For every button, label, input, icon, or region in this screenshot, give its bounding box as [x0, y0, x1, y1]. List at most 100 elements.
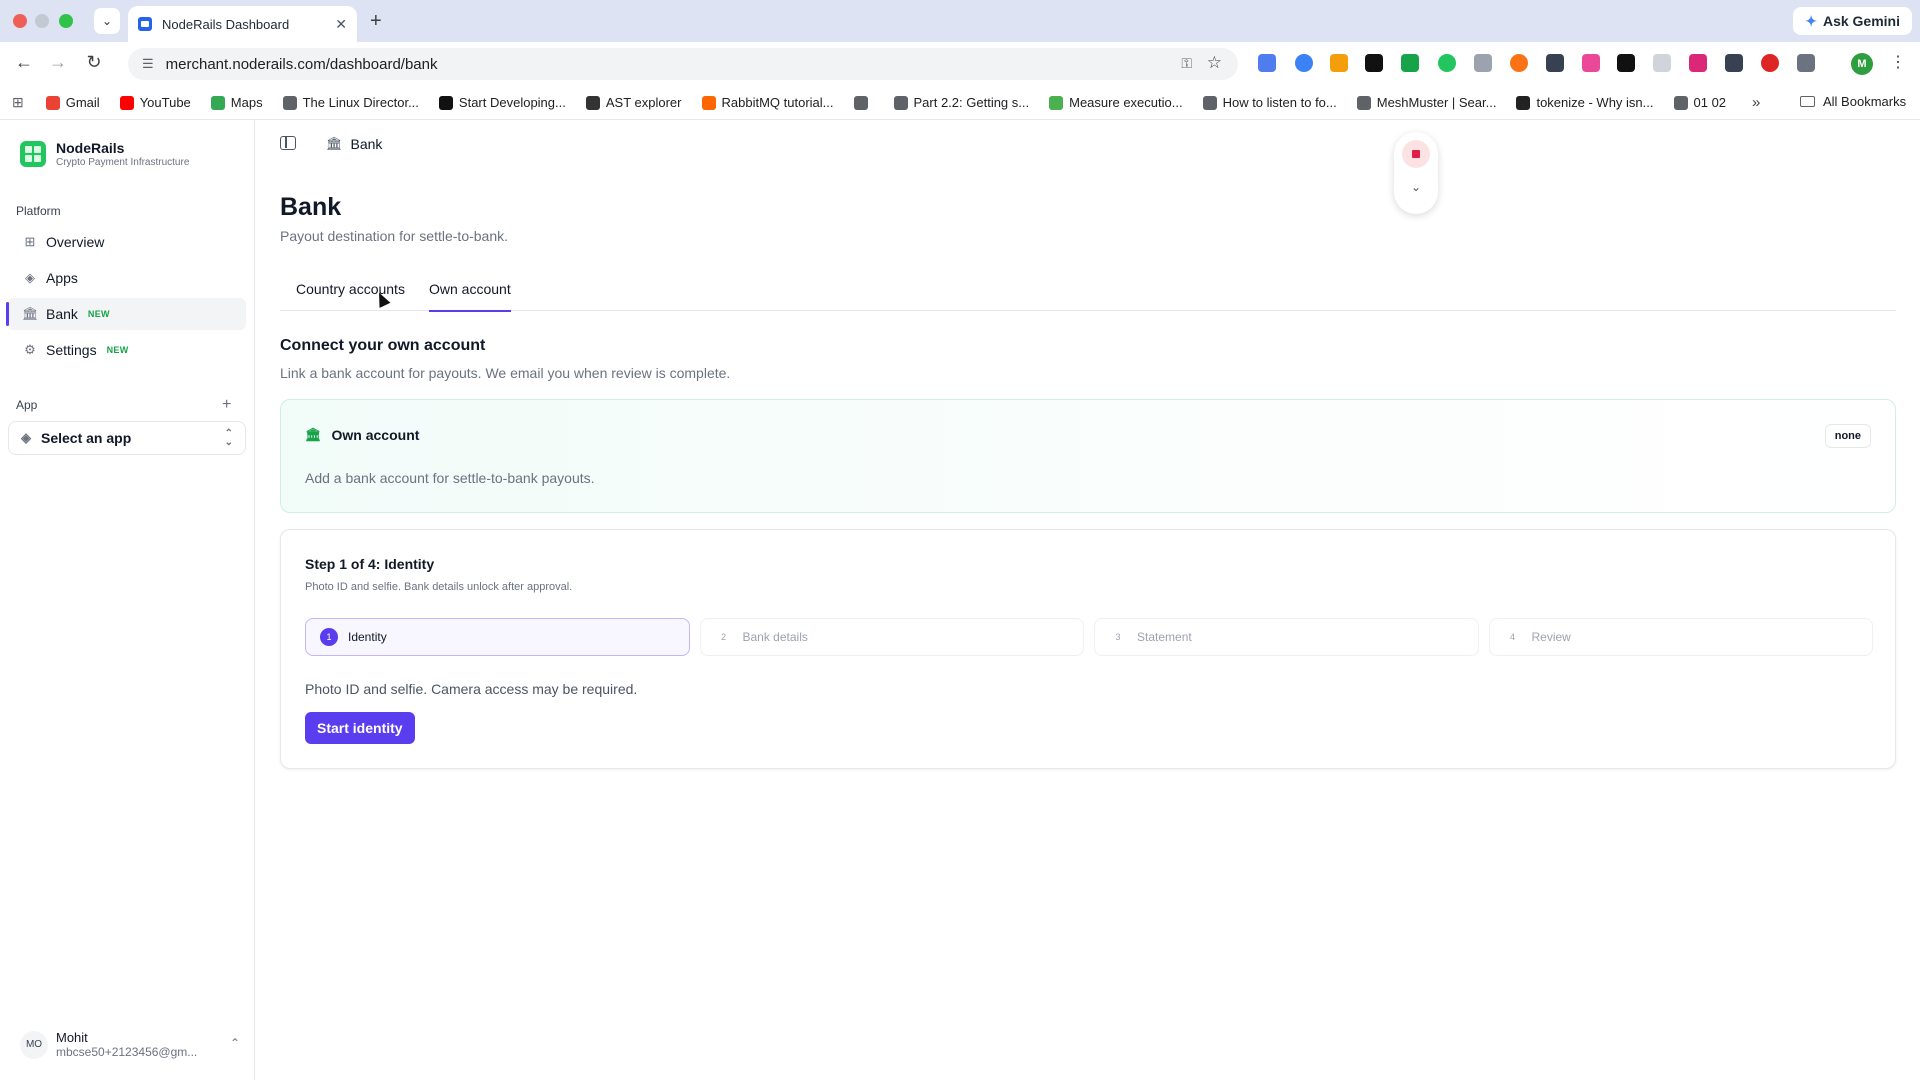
bookmark-item[interactable]: tokenize - Why isn...	[1516, 95, 1654, 110]
step-number: 2	[720, 632, 726, 642]
extension-icon[interactable]	[1474, 54, 1492, 72]
recording-widget: ⌄	[1394, 132, 1438, 214]
download-extension-icon[interactable]	[1401, 54, 1419, 72]
main-topbar: 🏛 Bank	[256, 120, 1920, 172]
start-identity-button[interactable]: Start identity	[305, 712, 415, 744]
bookmark-item[interactable]: Part 2.2: Getting s...	[893, 95, 1030, 110]
bookmark-item[interactable]: Gmail	[45, 95, 100, 110]
bookmark-item[interactable]: The Linux Director...	[282, 95, 419, 110]
extension-icon[interactable]	[1510, 54, 1528, 72]
page-subtitle: Payout destination for settle-to-bank.	[280, 228, 509, 244]
extension-icon[interactable]	[1582, 54, 1600, 72]
dashboard-favicon-icon	[138, 17, 152, 31]
browser-tab-title: NodeRails Dashboard	[162, 16, 290, 32]
site-settings-icon[interactable]: ☰	[142, 56, 154, 72]
bookmark-item[interactable]: Measure executio...	[1049, 95, 1183, 110]
sidebar-item-settings[interactable]: ⚙ Settings NEW	[8, 334, 246, 366]
address-bar[interactable]: ☰ merchant.noderails.com/dashboard/bank …	[128, 48, 1238, 80]
bookmark-item[interactable]: RabbitMQ tutorial...	[701, 95, 834, 110]
app-selector[interactable]: ◈ Select an app ⌃ ⌄	[8, 421, 246, 455]
sidebar-toggle-icon[interactable]	[280, 136, 296, 150]
extensions-puzzle-icon[interactable]	[1797, 54, 1815, 72]
sidebar-item-bank[interactable]: 🏛 Bank NEW	[6, 298, 246, 330]
maximize-window-button[interactable]	[59, 14, 73, 28]
browser-menu-icon[interactable]: ⋮	[1890, 52, 1906, 72]
close-window-button[interactable]	[13, 14, 27, 28]
bookmark-label: tokenize - Why isn...	[1536, 95, 1654, 110]
extension-icon[interactable]	[1617, 54, 1635, 72]
sidebar-item-label: Apps	[46, 270, 78, 286]
password-key-icon[interactable]: ⚿	[1181, 55, 1192, 72]
extension-icon[interactable]	[1295, 54, 1313, 72]
forward-arrow-icon[interactable]: →	[46, 52, 70, 73]
bookmark-label: How to listen to fo...	[1222, 95, 1337, 110]
bookmark-item[interactable]: MeshMuster | Sear...	[1356, 95, 1496, 110]
brand[interactable]: NodeRails Crypto Payment Infrastructure	[20, 140, 189, 168]
bookmark-label: YouTube	[139, 95, 191, 110]
new-tab-button[interactable]: +	[370, 10, 382, 33]
gear-icon: ⚙	[24, 342, 36, 357]
breadcrumb: 🏛 Bank	[326, 136, 382, 152]
bookmark-favicon-icon	[1516, 95, 1531, 110]
bookmark-favicon-icon	[853, 95, 868, 110]
bookmark-item[interactable]: Start Developing...	[438, 95, 566, 110]
bookmark-item[interactable]: YouTube	[119, 95, 191, 110]
avatar: MO	[20, 1030, 48, 1059]
bookmark-label: Part 2.2: Getting s...	[913, 95, 1030, 110]
metamask-extension-icon[interactable]	[1330, 54, 1348, 72]
step-identity: 1 Identity	[305, 618, 690, 656]
bookmark-item[interactable]	[853, 95, 874, 110]
bank-icon: 🏛	[22, 306, 39, 321]
bookmark-item[interactable]: Maps	[210, 95, 263, 110]
browser-tab-active[interactable]: NodeRails Dashboard ✕	[128, 6, 357, 42]
sidebar-item-apps[interactable]: ◈ Apps	[8, 262, 246, 294]
layers-icon: ◈	[21, 430, 31, 445]
tab-country-accounts[interactable]: Country accounts	[296, 281, 405, 310]
step-label: Identity	[348, 630, 387, 644]
profile-avatar[interactable]: M	[1851, 53, 1873, 75]
medium-extension-icon[interactable]	[1365, 54, 1383, 72]
extension-icon[interactable]	[1761, 54, 1779, 72]
own-account-title-text: Own account	[331, 427, 420, 443]
bookmark-label: Gmail	[65, 95, 100, 110]
user-menu[interactable]: MO Mohit mbcse50+2123456@gm... ⌃	[20, 1030, 240, 1059]
apps-grid-icon[interactable]: ⊞	[12, 94, 24, 111]
status-badge: none	[1824, 424, 1871, 448]
identity-step-card: Step 1 of 4: Identity Photo ID and selfi…	[280, 529, 1896, 769]
bookmark-item[interactable]: How to listen to fo...	[1202, 95, 1337, 110]
bookmark-item[interactable]: AST explorer	[585, 95, 682, 110]
extension-icon[interactable]	[1725, 54, 1743, 72]
new-badge: NEW	[106, 345, 129, 355]
noderails-logo-icon	[20, 141, 46, 167]
bookmark-star-icon[interactable]: ☆	[1207, 53, 1222, 73]
ask-gemini-button[interactable]: ✦ Ask Gemini	[1793, 7, 1912, 35]
address-url[interactable]: merchant.noderails.com/dashboard/bank	[166, 56, 438, 73]
breadcrumb-current: Bank	[350, 136, 383, 152]
extension-icon[interactable]	[1258, 54, 1276, 72]
tab-close-icon[interactable]: ✕	[335, 16, 347, 33]
extension-icon[interactable]	[1689, 54, 1707, 72]
minimize-window-button[interactable]	[35, 14, 49, 28]
chevron-updown-icon: ⌃ ⌄	[224, 428, 233, 448]
bookmark-item[interactable]: 01 02	[1673, 95, 1726, 110]
add-app-plus-icon[interactable]: +	[222, 396, 231, 414]
bookmarks-more-button[interactable]: »	[1752, 94, 1760, 111]
app-selector-label: Select an app	[41, 430, 132, 446]
reload-icon[interactable]: ↻	[82, 52, 106, 73]
stop-recording-button[interactable]	[1402, 140, 1430, 168]
extension-icon[interactable]	[1438, 54, 1456, 72]
bookmark-label: Maps	[230, 95, 263, 110]
tab-search-chevron-icon[interactable]: ⌄	[94, 8, 120, 34]
bookmark-label: AST explorer	[605, 95, 682, 110]
sidebar-item-overview[interactable]: ⊞ Overview	[8, 226, 246, 258]
tab-own-account[interactable]: Own account	[429, 281, 511, 312]
bookmarks-bar: ⊞ Gmail YouTube Maps The Linux Director... S…	[0, 86, 1920, 120]
back-arrow-icon[interactable]: ←	[12, 52, 36, 73]
step-label: Review	[1531, 630, 1571, 644]
all-bookmarks-button[interactable]: All Bookmarks	[1800, 94, 1906, 109]
gemini-sparkle-icon: ✦	[1805, 12, 1817, 29]
chevron-down-icon[interactable]: ⌄	[1394, 180, 1438, 194]
extension-icon[interactable]	[1653, 54, 1671, 72]
brand-tagline: Crypto Payment Infrastructure	[56, 157, 190, 168]
extension-icon[interactable]	[1546, 54, 1564, 72]
